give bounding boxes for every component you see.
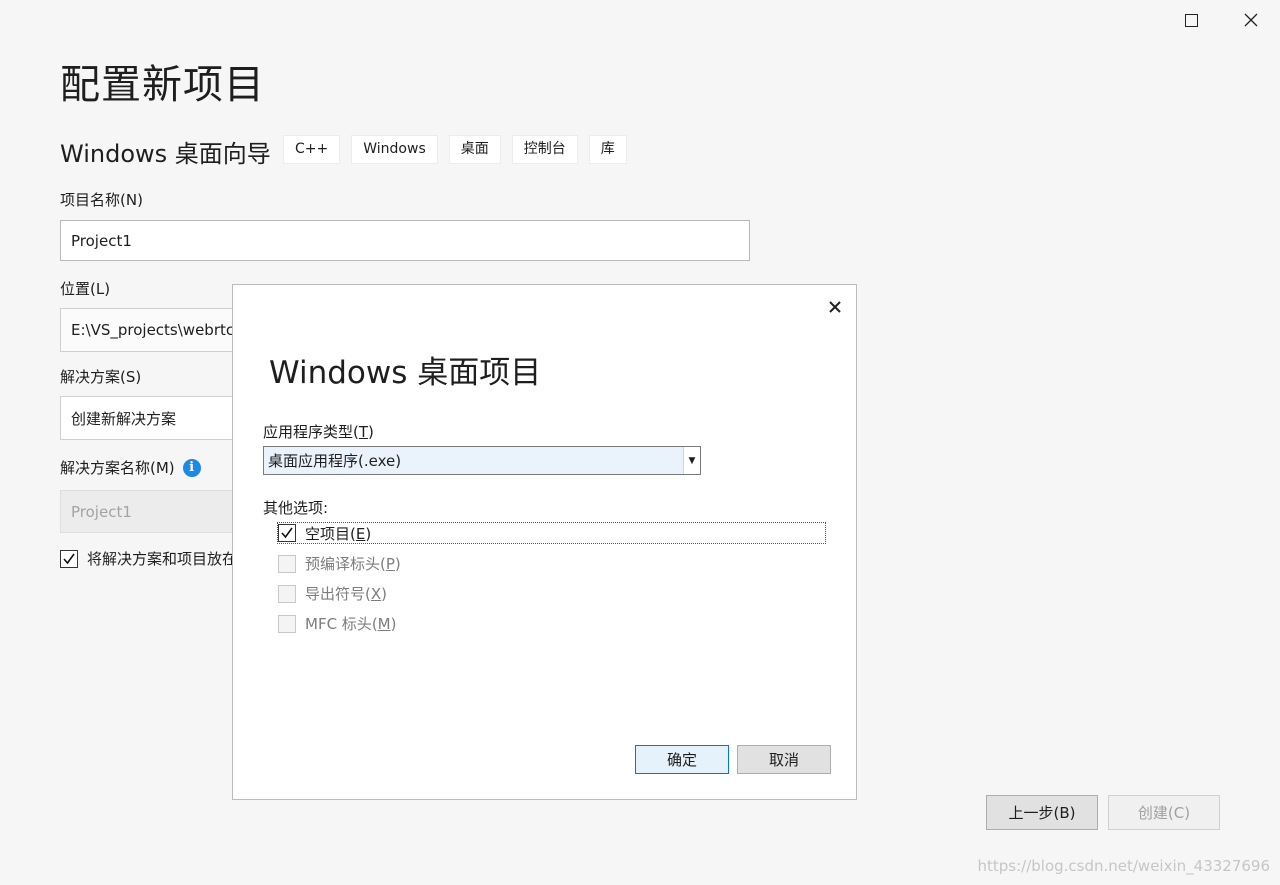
ok-button[interactable]: 确定	[635, 745, 729, 774]
tag-desktop: 桌面	[448, 135, 501, 164]
windows-desktop-project-dialog: Windows 桌面项目 应用程序类型(T) 桌面应用程序(.exe) ▼ 其他…	[232, 284, 857, 800]
same-dir-checkbox[interactable]	[60, 549, 78, 568]
export-symbols-key: X	[370, 585, 382, 603]
mfc-headers-label: MFC 标头(M)	[305, 615, 397, 633]
checkmark-icon	[63, 553, 75, 564]
precompiled-header-checkbox[interactable]	[278, 554, 296, 573]
precompiled-header-text: 预编译标头	[305, 555, 381, 573]
solution-name-label: 解决方案名称(M)	[60, 459, 175, 477]
empty-project-text: 空项目	[305, 524, 351, 543]
export-symbols-text: 导出符号	[305, 585, 366, 603]
close-icon	[829, 301, 841, 313]
solution-name-input[interactable]: Project1	[60, 490, 260, 533]
create-button[interactable]: 创建(C)	[1108, 795, 1220, 830]
empty-project-label: 空项目(E)	[305, 524, 372, 543]
other-options-label: 其他选项:	[263, 499, 329, 517]
close-icon	[1244, 13, 1258, 27]
template-name: Windows 桌面向导	[60, 140, 271, 168]
location-input[interactable]: E:\VS_projects\webrtc	[60, 308, 260, 352]
dialog-close-button[interactable]	[829, 297, 841, 318]
project-name-label: 项目名称(N)	[60, 191, 143, 209]
template-tags: C++ Windows 桌面 控制台 库	[283, 135, 627, 164]
tag-windows: Windows	[351, 135, 438, 164]
checkmark-icon	[281, 527, 293, 539]
mfc-headers-key: M	[377, 615, 391, 633]
tag-cpp: C++	[283, 135, 341, 164]
option-precompiled-header[interactable]: 预编译标头(P)	[278, 553, 401, 574]
app-type-label-text: 应用程序类型	[263, 423, 354, 441]
tag-library: 库	[588, 135, 627, 164]
close-window-button[interactable]	[1238, 7, 1264, 33]
app-type-select[interactable]: 桌面应用程序(.exe) ▼	[263, 446, 701, 475]
solution-name-label-row: 解决方案名称(M) i	[60, 457, 201, 478]
app-type-value: 桌面应用程序(.exe)	[268, 452, 402, 470]
dialog-title: Windows 桌面项目	[269, 355, 542, 391]
project-name-input[interactable]: Project1	[60, 220, 750, 261]
chevron-down-icon[interactable]: ▼	[683, 447, 700, 474]
option-export-symbols[interactable]: 导出符号(X)	[278, 583, 387, 604]
mfc-headers-text: MFC 标头	[305, 615, 372, 633]
watermark: https://blog.csdn.net/weixin_43327696	[977, 857, 1270, 875]
solution-name-value: Project1	[71, 502, 132, 521]
solution-label: 解决方案(S)	[60, 368, 142, 386]
info-icon[interactable]: i	[182, 458, 201, 477]
option-empty-project[interactable]: 空项目(E)	[277, 522, 826, 544]
precompiled-header-label: 预编译标头(P)	[305, 555, 401, 573]
back-button[interactable]: 上一步(B)	[986, 795, 1098, 830]
mfc-headers-checkbox[interactable]	[278, 614, 296, 633]
page-title: 配置新项目	[60, 62, 265, 108]
maximize-icon	[1184, 13, 1198, 27]
location-label: 位置(L)	[60, 280, 111, 298]
precompiled-header-key: P	[385, 555, 395, 573]
option-mfc-headers[interactable]: MFC 标头(M)	[278, 613, 396, 634]
export-symbols-checkbox[interactable]	[278, 584, 296, 603]
empty-project-key: E	[355, 524, 366, 543]
cancel-button[interactable]: 取消	[737, 745, 831, 774]
app-type-label: 应用程序类型(T)	[263, 423, 374, 441]
maximize-button[interactable]	[1178, 7, 1204, 33]
location-value: E:\VS_projects\webrtc	[71, 321, 235, 339]
export-symbols-label: 导出符号(X)	[305, 585, 388, 603]
solution-value: 创建新解决方案	[71, 409, 177, 428]
app-type-accel-key: T	[358, 423, 369, 441]
solution-select[interactable]: 创建新解决方案	[60, 396, 260, 440]
empty-project-checkbox[interactable]	[278, 524, 296, 542]
tag-console: 控制台	[511, 135, 578, 164]
project-name-value: Project1	[71, 231, 132, 250]
